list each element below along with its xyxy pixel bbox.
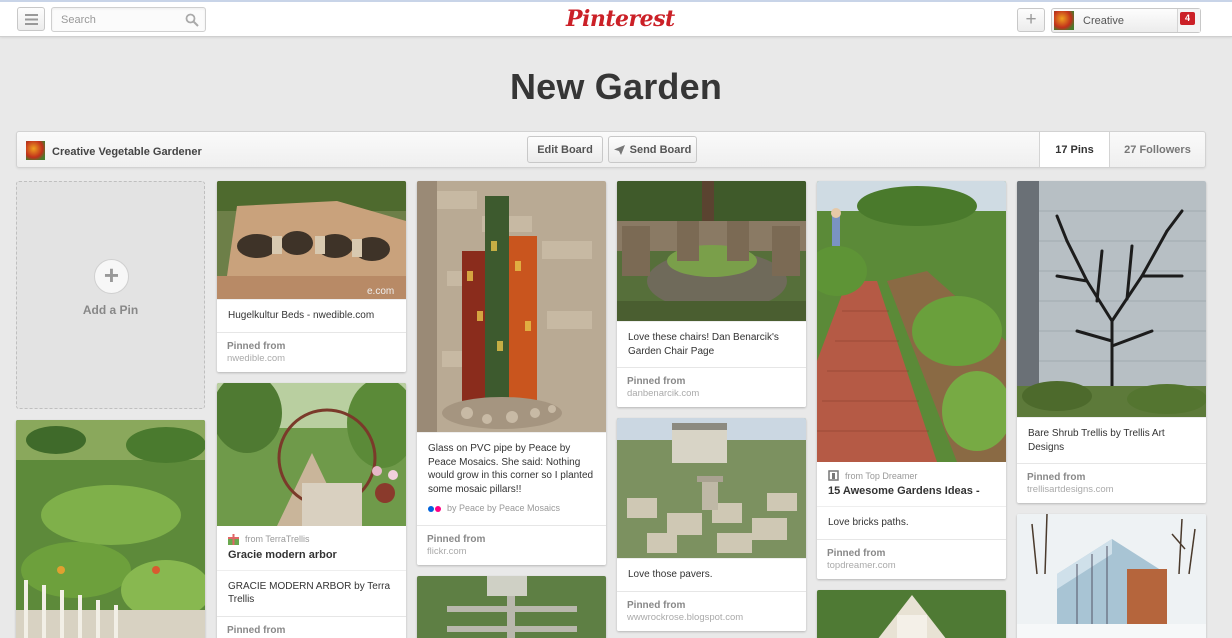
pin-byline-text: by Peace by Peace Mosaics xyxy=(447,503,561,513)
pin-description: Love those pavers. xyxy=(617,558,806,591)
send-icon xyxy=(613,144,625,155)
pin-description: Bare Shrub Trellis by Trellis Art Design… xyxy=(1017,417,1206,463)
pin-description: Hugelkultur Beds - nwedible.com xyxy=(217,299,406,332)
pin-image-garden-paths[interactable] xyxy=(417,575,606,638)
menu-button[interactable] xyxy=(17,7,45,31)
pin-description: GRACIE MODERN ARBOR by Terra Trellis xyxy=(217,569,406,616)
pin-title[interactable]: Gracie modern arbor xyxy=(217,545,406,570)
pin-column-3: Glass on PVC pipe by Peace by Peace Mosa… xyxy=(417,181,606,638)
pin-column-2: e.com Hugelkultur Beds - nwedible.com Pi… xyxy=(217,181,406,638)
hamburger-icon xyxy=(24,13,38,25)
pin-attribution-source: from Top Dreamer xyxy=(845,470,918,481)
pinned-from[interactable]: Pinned from xyxy=(217,615,406,638)
send-board-label: Send Board xyxy=(629,143,692,156)
user-menu-button[interactable]: Creative 4 xyxy=(1051,8,1201,33)
pin-image-greenhouse[interactable] xyxy=(1017,514,1206,638)
pin-attribution[interactable]: from TerraTrellis xyxy=(217,526,406,545)
pin-card[interactable] xyxy=(817,589,1006,638)
notifications-button[interactable]: 4 xyxy=(1177,9,1200,32)
pinterest-logo[interactable]: Pinterest xyxy=(566,6,675,32)
pin-card[interactable]: Glass on PVC pipe by Peace by Peace Mosa… xyxy=(417,181,606,565)
pin-card[interactable]: from TerraTrellis Gracie modern arbor GR… xyxy=(217,382,406,638)
pin-image-garden-chairs[interactable] xyxy=(617,181,806,321)
board-title: New Garden xyxy=(509,66,723,107)
notification-badge: 4 xyxy=(1180,12,1195,25)
plus-icon: + xyxy=(94,259,129,294)
pin-image-mosaic-pillars[interactable] xyxy=(417,181,606,432)
pin-description: Love bricks paths. xyxy=(817,506,1006,539)
pinned-from[interactable]: Pinned from danbenarcik.com xyxy=(617,367,806,407)
pinned-from[interactable]: Pinned from flickr.com xyxy=(417,524,606,565)
pinned-from[interactable]: Pinned from topdreamer.com xyxy=(817,538,1006,579)
pin-column-6: Bare Shrub Trellis by Trellis Art Design… xyxy=(1017,181,1206,638)
pin-source-link[interactable]: trellisartdesigns.com xyxy=(1027,484,1196,495)
pin-card[interactable] xyxy=(417,575,606,638)
pin-description: Love these chairs! Dan Benarcik's Garden… xyxy=(617,321,806,367)
user-avatar xyxy=(1054,11,1074,30)
search-icon[interactable] xyxy=(185,13,199,27)
pinned-from-label: Pinned from xyxy=(627,599,686,611)
pin-card[interactable]: Love these chairs! Dan Benarcik's Garden… xyxy=(617,181,806,407)
pin-image-arbor[interactable] xyxy=(217,382,406,526)
pin-image-brick-path[interactable] xyxy=(817,181,1006,462)
pins-count-tab[interactable]: 17 Pins xyxy=(1039,132,1109,167)
pin-source-link[interactable]: flickr.com xyxy=(427,546,596,557)
pinned-from[interactable]: Pinned from wwwrockrose.blogspot.com xyxy=(617,590,806,631)
pin-image-vegetable-garden[interactable] xyxy=(16,420,205,638)
pinned-from[interactable]: Pinned from nwedible.com xyxy=(217,331,406,372)
pin-source-link[interactable]: nwedible.com xyxy=(227,353,396,364)
pin-description-text: Glass on PVC pipe by Peace by Peace Mosa… xyxy=(428,443,594,495)
pinned-from-label: Pinned from xyxy=(627,376,686,387)
pin-source-link[interactable]: wwwrockrose.blogspot.com xyxy=(627,612,796,623)
pin-byline[interactable]: by Peace by Peace Mosaics xyxy=(428,502,595,516)
edit-board-button[interactable]: Edit Board xyxy=(527,136,603,163)
user-name: Creative xyxy=(1083,15,1124,27)
search-box xyxy=(51,7,206,32)
add-pin-tile[interactable]: + Add a Pin xyxy=(16,181,205,409)
pinned-from-label: Pinned from xyxy=(427,533,486,545)
pinned-from-label: Pinned from xyxy=(827,547,886,559)
pin-image-shrub-trellis[interactable] xyxy=(1017,181,1206,417)
pin-attribution-source: from TerraTrellis xyxy=(245,534,310,544)
pin-column-4: Love these chairs! Dan Benarcik's Garden… xyxy=(617,181,806,638)
pin-source-link[interactable]: danbenarcik.com xyxy=(627,388,796,399)
pin-source-link[interactable]: topdreamer.com xyxy=(827,560,996,571)
search-input[interactable] xyxy=(52,8,172,31)
pin-card[interactable] xyxy=(16,420,205,638)
followers-count-tab[interactable]: 27 Followers xyxy=(1109,132,1205,167)
gift-icon xyxy=(228,533,239,545)
pin-column-5: from Top Dreamer 15 Awesome Gardens Idea… xyxy=(817,181,1006,638)
pinned-from-label: Pinned from xyxy=(1027,472,1086,483)
pin-card[interactable]: e.com Hugelkultur Beds - nwedible.com Pi… xyxy=(217,181,406,372)
pin-description: Glass on PVC pipe by Peace by Peace Mosa… xyxy=(417,432,606,525)
svg-text:e.com: e.com xyxy=(367,286,394,297)
board-owner-link[interactable]: Creative Vegetable Gardener xyxy=(52,146,202,158)
board-header-bar: Creative Vegetable Gardener Edit Board S… xyxy=(16,131,1206,168)
pin-image-cottage[interactable] xyxy=(817,589,1006,638)
pin-image-pavers[interactable] xyxy=(617,418,806,558)
pinned-from-label: Pinned from xyxy=(227,624,286,636)
top-nav-bar: Pinterest + Creative 4 xyxy=(0,0,1232,37)
pin-title[interactable]: 15 Awesome Gardens Ideas - xyxy=(817,481,1006,506)
pin-column-1: + Add a Pin xyxy=(16,181,205,638)
send-board-button[interactable]: Send Board xyxy=(608,136,697,163)
pin-card[interactable]: from Top Dreamer 15 Awesome Gardens Idea… xyxy=(817,181,1006,579)
top-dreamer-icon xyxy=(828,470,839,481)
owner-avatar[interactable] xyxy=(26,141,45,160)
flickr-icon xyxy=(428,505,441,512)
pin-image-hugelkultur[interactable]: e.com xyxy=(217,181,406,299)
pin-card[interactable] xyxy=(1017,514,1206,638)
pinned-from-label: Pinned from xyxy=(227,340,286,352)
pin-card[interactable]: Bare Shrub Trellis by Trellis Art Design… xyxy=(1017,181,1206,503)
pin-card[interactable]: Love those pavers. Pinned from wwwrockro… xyxy=(617,418,806,631)
pin-attribution[interactable]: from Top Dreamer xyxy=(817,462,1006,481)
add-pin-button[interactable]: + xyxy=(1017,8,1045,32)
pinned-from[interactable]: Pinned from trellisartdesigns.com xyxy=(1017,463,1206,503)
add-pin-label: Add a Pin xyxy=(82,303,139,317)
